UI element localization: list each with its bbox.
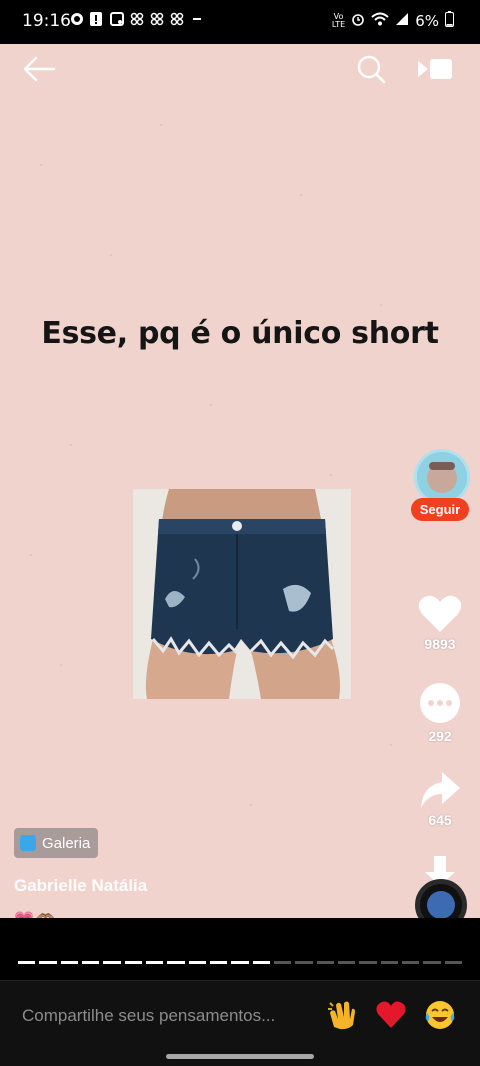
battery-text: 6% <box>415 12 439 30</box>
comment-input[interactable] <box>22 1003 312 1029</box>
video-icon <box>418 59 452 79</box>
volte-icon: Vo LTE <box>331 12 346 29</box>
comment-button[interactable]: 292 <box>408 682 472 744</box>
progress-segment <box>337 961 356 964</box>
share-button[interactable]: 645 <box>408 770 472 828</box>
status-bar: 19:16 Vo LTE 6% <box>0 0 480 44</box>
comment-count: 292 <box>428 728 452 744</box>
gallery-icon <box>110 12 124 26</box>
progress-segment <box>209 961 228 964</box>
heart-icon <box>418 595 462 632</box>
notification-icons <box>70 12 203 26</box>
author-name[interactable]: Gabrielle Natália <box>14 876 147 896</box>
alert-icon <box>90 12 103 26</box>
progress-segment <box>167 961 185 964</box>
status-time: 19:16 <box>22 11 71 31</box>
progress-segment <box>444 961 462 964</box>
teams-icon <box>130 12 144 26</box>
progress-segment <box>145 961 164 964</box>
progress-segment <box>380 961 398 964</box>
home-indicator[interactable] <box>166 1054 314 1059</box>
heart-hands-emoji: 🫶🏽 <box>36 910 56 918</box>
search-icon <box>357 55 386 84</box>
status-right: Vo LTE 6% <box>332 11 454 31</box>
progress-segment <box>401 961 420 964</box>
music-cover <box>427 891 455 918</box>
back-arrow-icon <box>23 56 56 82</box>
wifi-icon <box>371 12 389 30</box>
progress-segment <box>231 961 249 964</box>
post-viewer[interactable]: Esse, pq é o único short Seguir 9893 292… <box>0 44 480 918</box>
post-emojis: 💗 🫶🏽 <box>14 910 56 918</box>
teams-icon <box>150 12 164 26</box>
heart-emoji[interactable] <box>375 999 407 1031</box>
post-caption: Esse, pq é o único short <box>41 316 439 351</box>
progress-segment <box>188 961 206 964</box>
teams-icon <box>170 12 184 26</box>
like-button[interactable]: 9893 <box>408 594 472 652</box>
search-button[interactable] <box>356 54 386 84</box>
alarm-icon <box>351 12 365 30</box>
share-count: 645 <box>428 812 452 828</box>
battery-icon <box>445 11 454 31</box>
progress-segment <box>273 961 292 964</box>
back-button[interactable] <box>22 56 56 82</box>
like-count: 9893 <box>424 636 456 652</box>
whatsapp-icon <box>70 12 83 26</box>
comment-bubble-icon <box>420 683 460 723</box>
progress-segment <box>60 961 78 964</box>
progress-segment <box>81 961 100 964</box>
denim-shorts-photo[interactable] <box>133 489 351 699</box>
overflow-icon <box>190 12 203 26</box>
comment-bar <box>0 980 480 1066</box>
progress-segment <box>39 961 57 964</box>
laugh-cry-emoji[interactable] <box>424 999 456 1031</box>
share-arrow-icon <box>421 772 460 808</box>
author-avatar[interactable] <box>414 449 470 505</box>
story-progress <box>18 961 462 964</box>
clap-emoji[interactable] <box>326 999 358 1031</box>
progress-segment <box>18 961 36 964</box>
video-mode-button[interactable] <box>416 56 454 82</box>
progress-segment <box>124 961 142 964</box>
pink-heart-emoji: 💗 <box>14 910 34 918</box>
signal-icon <box>395 12 409 30</box>
progress-segment <box>295 961 313 964</box>
progress-segment <box>316 961 334 964</box>
gallery-icon <box>20 835 36 851</box>
progress-segment <box>359 961 377 964</box>
gallery-label: Galeria <box>42 834 91 852</box>
progress-segment <box>103 961 121 964</box>
progress-segment <box>423 961 441 964</box>
progress-segment <box>252 961 270 964</box>
gallery-chip[interactable]: Galeria <box>14 828 98 858</box>
follow-button[interactable]: Seguir <box>411 498 469 521</box>
